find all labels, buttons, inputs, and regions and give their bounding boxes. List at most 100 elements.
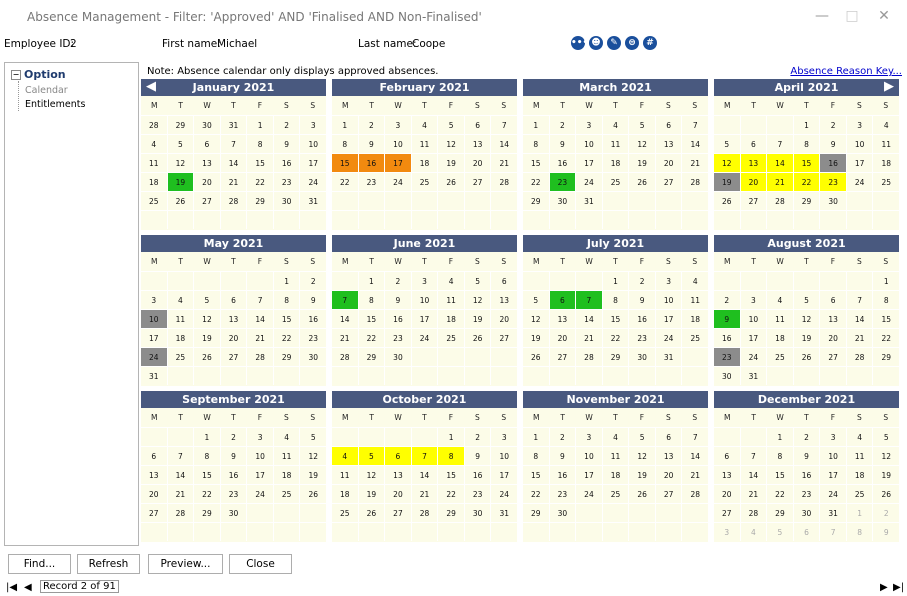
day-cell[interactable]: 3: [299, 116, 326, 134]
day-cell[interactable]: 17: [141, 329, 167, 347]
day-cell[interactable]: 9: [548, 447, 576, 465]
day-cell[interactable]: 6: [654, 428, 682, 446]
day-cell[interactable]: 9: [819, 135, 846, 153]
day-cell[interactable]: 24: [246, 485, 273, 503]
day-cell[interactable]: 17: [575, 154, 602, 172]
day-cell[interactable]: 12: [714, 154, 740, 172]
day-cell[interactable]: 6: [463, 116, 491, 134]
day-cell[interactable]: 15: [872, 310, 899, 328]
edit-icon[interactable]: ✎: [607, 36, 621, 50]
day-cell[interactable]: 30: [219, 504, 247, 522]
next-year-arrow-icon[interactable]: ▶: [882, 80, 896, 94]
day-cell[interactable]: 1: [523, 116, 549, 134]
day-cell[interactable]: 2: [792, 428, 820, 446]
day-cell[interactable]: 30: [384, 348, 411, 366]
day-cell[interactable]: 14: [739, 466, 767, 484]
day-cell[interactable]: 18: [437, 310, 464, 328]
day-cell[interactable]: 16: [463, 466, 491, 484]
day-cell[interactable]: 10: [246, 447, 273, 465]
day-cell[interactable]: 21: [410, 485, 438, 503]
day-cell[interactable]: 31: [819, 504, 846, 522]
day-cell[interactable]: 28: [410, 504, 438, 522]
day-cell[interactable]: 6: [193, 135, 220, 153]
day-cell[interactable]: 15: [523, 154, 549, 172]
stamp-icon[interactable]: ⊜: [625, 36, 639, 50]
day-cell[interactable]: 22: [766, 485, 793, 503]
day-cell[interactable]: 26: [628, 485, 655, 503]
day-cell[interactable]: 25: [766, 348, 793, 366]
day-cell[interactable]: 14: [681, 447, 708, 465]
minimize-button[interactable]: —: [812, 8, 832, 24]
day-cell[interactable]: 10: [299, 135, 326, 153]
day-cell[interactable]: 25: [141, 192, 167, 210]
day-cell[interactable]: 30: [548, 192, 576, 210]
day-cell[interactable]: 16: [357, 154, 385, 172]
day-cell[interactable]: 4: [410, 116, 438, 134]
day-cell[interactable]: 15: [523, 466, 549, 484]
day-cell[interactable]: 25: [681, 329, 708, 347]
day-cell[interactable]: 25: [166, 348, 194, 366]
day-cell[interactable]: 3: [739, 291, 767, 309]
day-cell[interactable]: 23: [628, 329, 655, 347]
day-cell[interactable]: 4: [601, 116, 629, 134]
day-cell[interactable]: 6: [739, 135, 767, 153]
day-cell[interactable]: 5: [357, 447, 385, 465]
day-cell[interactable]: 29: [166, 116, 194, 134]
day-cell[interactable]: 28: [766, 192, 793, 210]
day-cell[interactable]: 8: [845, 523, 873, 541]
day-cell[interactable]: 30: [299, 348, 326, 366]
day-cell[interactable]: 13: [219, 310, 247, 328]
day-cell[interactable]: 2: [384, 272, 411, 290]
day-cell[interactable]: 13: [193, 154, 220, 172]
day-cell[interactable]: 2: [872, 504, 899, 522]
day-cell[interactable]: 7: [819, 523, 846, 541]
day-cell[interactable]: 5: [628, 116, 655, 134]
prev-record-icon[interactable]: ◀: [24, 582, 32, 593]
day-cell[interactable]: 27: [739, 192, 767, 210]
day-cell[interactable]: 23: [384, 329, 411, 347]
day-cell[interactable]: 10: [654, 291, 682, 309]
day-cell[interactable]: 1: [193, 428, 220, 446]
day-cell[interactable]: 30: [193, 116, 220, 134]
day-cell[interactable]: 26: [714, 192, 740, 210]
day-cell[interactable]: 24: [141, 348, 167, 366]
day-cell[interactable]: 30: [463, 504, 491, 522]
day-cell[interactable]: 10: [575, 447, 602, 465]
day-cell[interactable]: 7: [332, 291, 358, 309]
day-cell[interactable]: 26: [166, 192, 194, 210]
day-cell[interactable]: 4: [739, 523, 767, 541]
day-cell[interactable]: 13: [654, 135, 682, 153]
day-cell[interactable]: 15: [272, 310, 300, 328]
day-cell[interactable]: 22: [523, 485, 549, 503]
day-cell[interactable]: 24: [410, 329, 438, 347]
day-cell[interactable]: 4: [272, 428, 300, 446]
day-cell[interactable]: 16: [714, 329, 740, 347]
day-cell[interactable]: 23: [357, 173, 385, 191]
day-cell[interactable]: 13: [739, 154, 767, 172]
day-cell[interactable]: 6: [548, 291, 576, 309]
day-cell[interactable]: 4: [872, 116, 899, 134]
day-cell[interactable]: 1: [272, 272, 300, 290]
day-cell[interactable]: 19: [714, 173, 740, 191]
day-cell[interactable]: 25: [601, 173, 629, 191]
day-cell[interactable]: 27: [219, 348, 247, 366]
day-cell[interactable]: 10: [490, 447, 517, 465]
day-cell[interactable]: 15: [332, 154, 358, 172]
day-cell[interactable]: 3: [141, 291, 167, 309]
day-cell[interactable]: 8: [766, 447, 793, 465]
day-cell[interactable]: 18: [872, 154, 899, 172]
day-cell[interactable]: 2: [548, 428, 576, 446]
find-button[interactable]: Find...: [8, 554, 71, 574]
day-cell[interactable]: 8: [601, 291, 629, 309]
day-cell[interactable]: 24: [490, 485, 517, 503]
day-cell[interactable]: 7: [845, 291, 873, 309]
day-cell[interactable]: 29: [523, 192, 549, 210]
day-cell[interactable]: 2: [357, 116, 385, 134]
day-cell[interactable]: 2: [819, 116, 846, 134]
day-cell[interactable]: 30: [819, 192, 846, 210]
day-cell[interactable]: 11: [272, 447, 300, 465]
day-cell[interactable]: 17: [490, 466, 517, 484]
day-cell[interactable]: 18: [166, 329, 194, 347]
day-cell[interactable]: 23: [548, 173, 576, 191]
day-cell[interactable]: 28: [681, 485, 708, 503]
